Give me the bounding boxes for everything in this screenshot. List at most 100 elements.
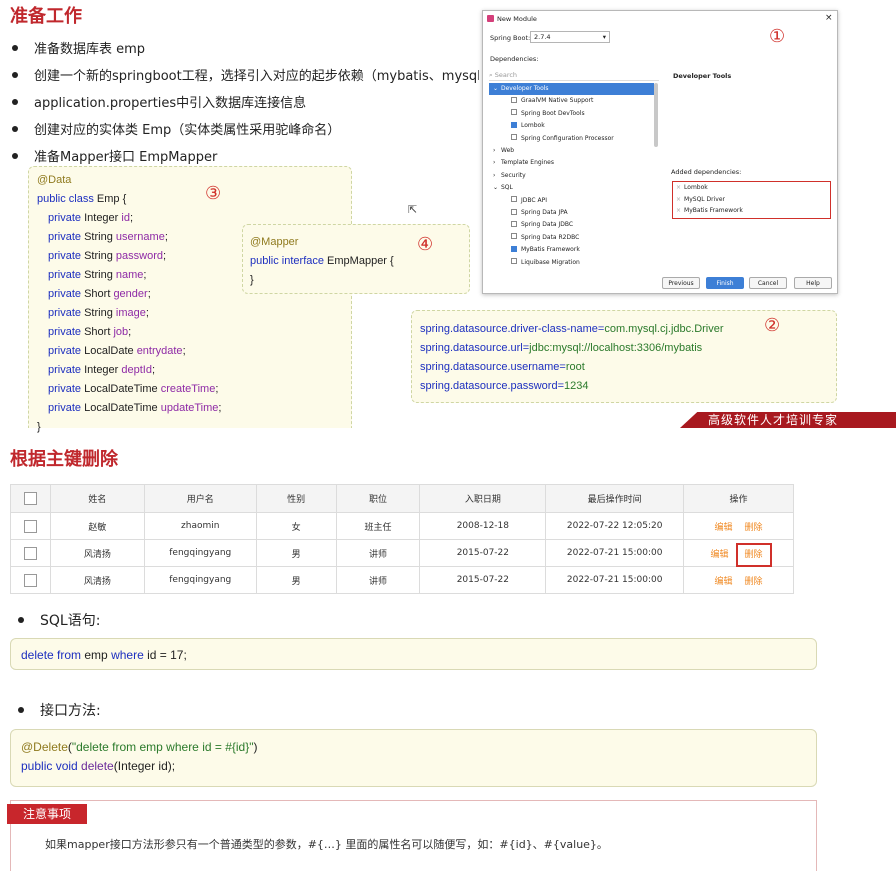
delete-link[interactable]: 删除 [745, 523, 763, 533]
table-cell: fengqingyang [143, 566, 257, 594]
table-row: 赵敏 zhaomin 女班主任 2008-12-18 2022-07-22 12:05:… [10, 512, 794, 540]
dependency-checkbox-item[interactable]: Spring Boot DevTools [489, 108, 654, 120]
remove-icon[interactable]: × [676, 184, 681, 191]
prep-bullet-list: 准备数据库表 emp 创建一个新的springboot工程，选择引入对应的起步依… [12, 34, 482, 169]
row-checkbox[interactable] [23, 546, 37, 560]
checkbox[interactable] [511, 258, 517, 265]
mapper-interface-code: @Mapper public interface EmpMapper { } ④ [242, 224, 470, 294]
table-cell: 风清扬 [49, 566, 145, 594]
checkbox[interactable] [511, 233, 517, 240]
bullet-dot [18, 707, 24, 713]
emp-field-line: private String image; [48, 307, 149, 319]
checkbox[interactable] [511, 109, 517, 116]
prep-bullet: 创建对应的实体类 Emp（实体类属性采用驼峰命名） [12, 115, 482, 142]
table-cell: 男 [255, 566, 337, 594]
dependency-checkbox-item[interactable]: Spring Configuration Processor [489, 133, 654, 145]
checkbox[interactable] [511, 220, 517, 227]
table-cell: 讲师 [335, 566, 421, 594]
table-row: 风清扬 fengqingyang 男讲师 2015-07-22 2022-07-21 1… [10, 566, 794, 594]
select-all-checkbox-cell[interactable] [10, 484, 51, 513]
row-checkbox[interactable] [23, 573, 37, 587]
search-icon: ⌕ [489, 71, 493, 79]
emp-field-line: private Short job; [48, 326, 132, 338]
dependency-checkbox-item[interactable]: Lombok [489, 120, 654, 132]
finish-button[interactable]: Finish [706, 277, 744, 289]
bullet-dot [12, 44, 18, 51]
help-button[interactable]: Help [794, 277, 832, 289]
chevron-right-icon: › [493, 147, 496, 154]
note-box: 注意事项 如果mapper接口方法形参只有一个普通类型的参数，#{…} 里面的属… [7, 800, 817, 871]
dependency-checkbox-item[interactable]: Spring Data JDBC [489, 219, 654, 231]
checkbox[interactable] [511, 96, 517, 103]
emp-class-code: @Data public class Emp { private Integer… [28, 166, 352, 433]
remove-icon[interactable]: × [676, 196, 681, 203]
emp-field-line: private Integer deptId; [48, 364, 156, 376]
delete-link[interactable]: 删除 [735, 542, 772, 567]
dependency-group[interactable]: › Security [489, 170, 654, 182]
checkbox[interactable] [511, 208, 517, 215]
prep-bullet: 准备数据库表 emp [12, 34, 482, 61]
row-checkbox-cell[interactable] [10, 566, 51, 594]
delete-link[interactable]: 删除 [745, 577, 763, 587]
table-row: 风清扬 fengqingyang 男讲师 2015-07-22 2022-07-21 1… [10, 539, 794, 567]
dependency-checkbox-item[interactable]: JDBC API [489, 195, 654, 207]
prep-bullet: 准备Mapper接口 EmpMapper [12, 142, 482, 169]
mouse-cursor-icon: ⇱ [408, 203, 418, 216]
new-module-dialog: New Module × ① Spring Boot: 2.7.4 ▾ Depe… [482, 10, 838, 294]
select-all-checkbox[interactable] [23, 492, 37, 505]
tree-scrollbar[interactable] [654, 83, 658, 147]
dependency-group[interactable]: › Web [489, 145, 654, 157]
springboot-version-select[interactable]: 2.7.4 ▾ [530, 31, 610, 43]
delete-section-title: 根据主键删除 [10, 449, 118, 470]
checkbox[interactable] [511, 121, 517, 128]
dependency-search-input[interactable]: ⌕ Search [489, 69, 659, 81]
previous-button[interactable]: Previous [662, 277, 700, 289]
header-username: 用户名 [143, 484, 257, 513]
added-dependencies-label: Added dependencies: [671, 168, 742, 176]
bullet-dot [12, 98, 18, 105]
header-name: 姓名 [49, 484, 145, 513]
dependency-checkbox-item[interactable]: GraalVM Native Support [489, 95, 654, 107]
dependency-group[interactable]: › Template Engines [489, 157, 654, 169]
dialog-app-icon [487, 15, 494, 24]
table-cell: 2022-07-21 15:00:00 [545, 539, 685, 567]
dependency-checkbox-item[interactable]: Liquibase Migration [489, 257, 654, 269]
dependency-group[interactable]: ⌄ Developer Tools [489, 83, 654, 95]
method-code: @Delete("delete from emp where id = #{id… [10, 729, 817, 787]
prep-bullet: application.properties中引入数据库连接信息 [12, 88, 482, 115]
step-1-marker: ① [769, 26, 786, 47]
bullet-dot [12, 152, 18, 159]
row-checkbox-cell[interactable] [10, 512, 51, 540]
row-checkbox-cell[interactable] [10, 539, 51, 567]
checkbox[interactable] [511, 196, 517, 203]
table-cell: 2022-07-22 12:05:20 [545, 512, 685, 540]
edit-link[interactable]: 编辑 [715, 577, 733, 587]
header-actions: 操作 [683, 484, 794, 513]
chevron-down-icon: ⌄ [493, 85, 499, 92]
application-properties-code: spring.datasource.driver-class-name=com.… [411, 310, 837, 403]
emp-field-line: private LocalDate entrydate; [48, 345, 186, 357]
remove-icon[interactable]: × [676, 207, 681, 214]
table-cell: 风清扬 [49, 539, 145, 567]
dialog-close-icon[interactable]: × [825, 13, 833, 23]
prep-bullet: 创建一个新的springboot工程，选择引入对应的起步依赖（mybatis、m… [12, 61, 482, 88]
dependency-checkbox-item[interactable]: Spring Data JPA [489, 207, 654, 219]
header-entrydate: 入职日期 [419, 484, 547, 513]
row-checkbox[interactable] [23, 519, 37, 533]
cancel-button[interactable]: Cancel [749, 277, 787, 289]
checkbox[interactable] [511, 245, 517, 252]
added-dependency-item: × Lombok [676, 184, 708, 191]
edit-link[interactable]: 编辑 [715, 523, 733, 533]
table-body: 赵敏 zhaomin 女班主任 2008-12-18 2022-07-22 12:05:… [10, 512, 794, 594]
actions-cell: 编辑 删除 [683, 512, 794, 540]
data-annotation: @Data [37, 174, 72, 186]
emp-field-line: private LocalDateTime createTime; [48, 383, 219, 395]
dialog-title: New Module [497, 15, 537, 23]
dependency-checkbox-item[interactable]: MyBatis Framework [489, 244, 654, 256]
dependency-group[interactable]: ⌄ SQL [489, 182, 654, 194]
edit-link[interactable]: 编辑 [711, 550, 729, 560]
dependency-checkbox-item[interactable]: Spring Data R2DBC [489, 232, 654, 244]
dependencies-label: Dependencies: [490, 55, 539, 63]
checkbox[interactable] [511, 134, 517, 141]
table-cell: 赵敏 [49, 512, 145, 540]
